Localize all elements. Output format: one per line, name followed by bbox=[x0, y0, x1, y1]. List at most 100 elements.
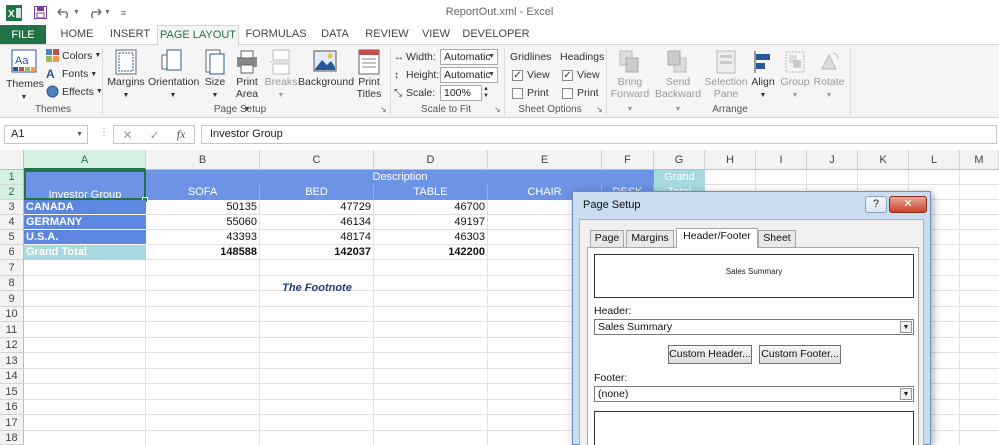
scale-launcher-icon[interactable]: ↘ bbox=[494, 105, 501, 114]
selection-pane-button[interactable]: Selection Pane bbox=[704, 49, 748, 100]
tab-data[interactable]: DATA bbox=[314, 25, 356, 45]
tab-formulas[interactable]: FORMULAS bbox=[242, 25, 310, 45]
grand-total-cell[interactable]: 142200 bbox=[374, 245, 488, 260]
data-cell[interactable]: 48174 bbox=[260, 230, 374, 245]
row-header-17[interactable]: 17 bbox=[0, 415, 24, 431]
headings-print-label: Print bbox=[577, 87, 599, 99]
tab-margins[interactable]: Margins bbox=[626, 230, 674, 247]
formula-buttons: ✕ ✓ fx bbox=[113, 125, 195, 144]
row-header-7[interactable]: 7 bbox=[0, 260, 24, 276]
margins-button[interactable]: Margins ▼ bbox=[106, 49, 146, 102]
tab-home[interactable]: HOME bbox=[52, 25, 102, 45]
tab-developer[interactable]: DEVELOPER bbox=[460, 25, 532, 45]
row-header-5[interactable]: 5 bbox=[0, 230, 24, 245]
rotate-button[interactable]: Rotate ▼ bbox=[812, 49, 846, 102]
row-header-15[interactable]: 15 bbox=[0, 384, 24, 400]
row-header-10[interactable]: 10 bbox=[0, 307, 24, 322]
help-button[interactable]: ? bbox=[865, 196, 887, 213]
data-cell[interactable]: 47729 bbox=[260, 200, 374, 215]
sheet-options-launcher-icon[interactable]: ↘ bbox=[596, 105, 603, 114]
column-header-k[interactable]: K bbox=[858, 150, 909, 170]
data-cell[interactable]: 49197 bbox=[374, 215, 488, 230]
enter-icon[interactable]: ✓ bbox=[150, 128, 160, 142]
column-header-a[interactable]: A bbox=[24, 150, 146, 170]
row-header-6[interactable]: 6 bbox=[0, 245, 24, 260]
data-cell[interactable]: 43393 bbox=[146, 230, 260, 245]
bring-forward-button[interactable]: Bring Forward ▼ bbox=[608, 49, 652, 116]
headings-print-checkbox[interactable]: Print bbox=[562, 87, 599, 99]
tab-insert[interactable]: INSERT bbox=[104, 25, 156, 45]
custom-header-button[interactable]: Custom Header... bbox=[668, 345, 752, 364]
page-setup-launcher-icon[interactable]: ↘ bbox=[380, 105, 387, 114]
tab-sheet[interactable]: Sheet bbox=[758, 230, 796, 247]
group-button[interactable]: Group ▼ bbox=[778, 49, 812, 102]
send-backward-icon bbox=[667, 50, 687, 73]
column-header-j[interactable]: J bbox=[807, 150, 858, 170]
data-cell[interactable]: 46700 bbox=[374, 200, 488, 215]
tab-page[interactable]: Page bbox=[590, 230, 624, 247]
size-button[interactable]: Size ▼ bbox=[202, 49, 228, 102]
row-header-9[interactable]: 9 bbox=[0, 291, 24, 307]
row-header-2[interactable]: 2 bbox=[0, 185, 24, 200]
column-header-e[interactable]: E bbox=[488, 150, 602, 170]
column-header-b[interactable]: B bbox=[146, 150, 260, 170]
tab-page-layout[interactable]: PAGE LAYOUT bbox=[157, 25, 239, 46]
scale-spinner[interactable]: 100% bbox=[440, 85, 482, 101]
scale-value: 100% bbox=[444, 87, 471, 99]
formula-input[interactable]: Investor Group bbox=[201, 125, 997, 144]
row-header-13[interactable]: 13 bbox=[0, 353, 24, 369]
row-header-8[interactable]: 8 bbox=[0, 276, 24, 291]
orientation-button[interactable]: Orientation ▼ bbox=[148, 49, 199, 102]
custom-footer-button[interactable]: Custom Footer... bbox=[759, 345, 841, 364]
column-header-d[interactable]: D bbox=[374, 150, 488, 170]
row-header-3[interactable]: 3 bbox=[0, 200, 24, 215]
gridlines-print-checkbox[interactable]: Print bbox=[512, 87, 549, 99]
column-header-i[interactable]: I bbox=[756, 150, 807, 170]
tab-view[interactable]: VIEW bbox=[418, 25, 454, 45]
investor-group-header[interactable]: Investor Group bbox=[24, 170, 146, 200]
height-combo[interactable]: Automatic ▼ bbox=[440, 67, 498, 83]
gridlines-view-checkbox[interactable]: ✓ View bbox=[512, 69, 550, 81]
background-button[interactable]: Background bbox=[298, 49, 354, 88]
name-box[interactable]: A1 ▼ bbox=[4, 125, 88, 144]
tab-header-footer[interactable]: Header/Footer bbox=[676, 228, 758, 248]
data-cell[interactable]: 55060 bbox=[146, 215, 260, 230]
row-header-18[interactable]: 18 bbox=[0, 431, 24, 445]
fonts-button[interactable]: A Fonts ▼ bbox=[46, 67, 97, 81]
select-all-corner[interactable] bbox=[0, 150, 24, 170]
cancel-icon[interactable]: ✕ bbox=[123, 128, 133, 142]
column-header-l[interactable]: L bbox=[909, 150, 960, 170]
grand-total-cell[interactable]: 148588 bbox=[146, 245, 260, 260]
row-header-12[interactable]: 12 bbox=[0, 338, 24, 353]
row-header-1[interactable]: 1 bbox=[0, 170, 24, 185]
tab-review[interactable]: REVIEW bbox=[362, 25, 412, 45]
column-header-m[interactable]: M bbox=[960, 150, 999, 170]
insert-function-icon[interactable]: fx bbox=[177, 127, 186, 142]
data-cell[interactable]: 46134 bbox=[260, 215, 374, 230]
column-header-h[interactable]: H bbox=[705, 150, 756, 170]
close-button[interactable]: ✕ bbox=[889, 196, 927, 213]
grand-total-cell[interactable]: 142037 bbox=[260, 245, 374, 260]
column-header-g[interactable]: G bbox=[654, 150, 705, 170]
footer-select[interactable]: (none) ▼ bbox=[594, 386, 914, 402]
effects-button[interactable]: Effects ▼ bbox=[46, 85, 103, 98]
spinner-arrows-icon[interactable]: ▲ ▼ bbox=[483, 86, 489, 100]
row-header-4[interactable]: 4 bbox=[0, 215, 24, 230]
tab-file[interactable]: FILE bbox=[0, 25, 46, 45]
chevron-down-icon[interactable]: ▼ bbox=[76, 126, 83, 143]
row-header-11[interactable]: 11 bbox=[0, 322, 24, 338]
headings-view-checkbox[interactable]: ✓ View bbox=[562, 69, 600, 81]
width-combo[interactable]: Automatic ▼ bbox=[440, 49, 498, 65]
column-header-c[interactable]: C bbox=[260, 150, 374, 170]
themes-button[interactable]: Aa Themes ▼ bbox=[6, 49, 44, 104]
row-header-16[interactable]: 16 bbox=[0, 400, 24, 415]
data-cell[interactable]: 50135 bbox=[146, 200, 260, 215]
breaks-button[interactable]: Breaks ▼ bbox=[264, 49, 298, 102]
data-cell[interactable]: 46303 bbox=[374, 230, 488, 245]
print-titles-button[interactable]: Print Titles bbox=[354, 49, 384, 100]
align-button[interactable]: Align ▼ bbox=[748, 49, 778, 102]
row-header-14[interactable]: 14 bbox=[0, 369, 24, 384]
column-header-f[interactable]: F bbox=[602, 150, 654, 170]
colors-button[interactable]: Colors ▼ bbox=[46, 49, 101, 62]
header-select[interactable]: Sales Summary ▼ bbox=[594, 319, 914, 335]
